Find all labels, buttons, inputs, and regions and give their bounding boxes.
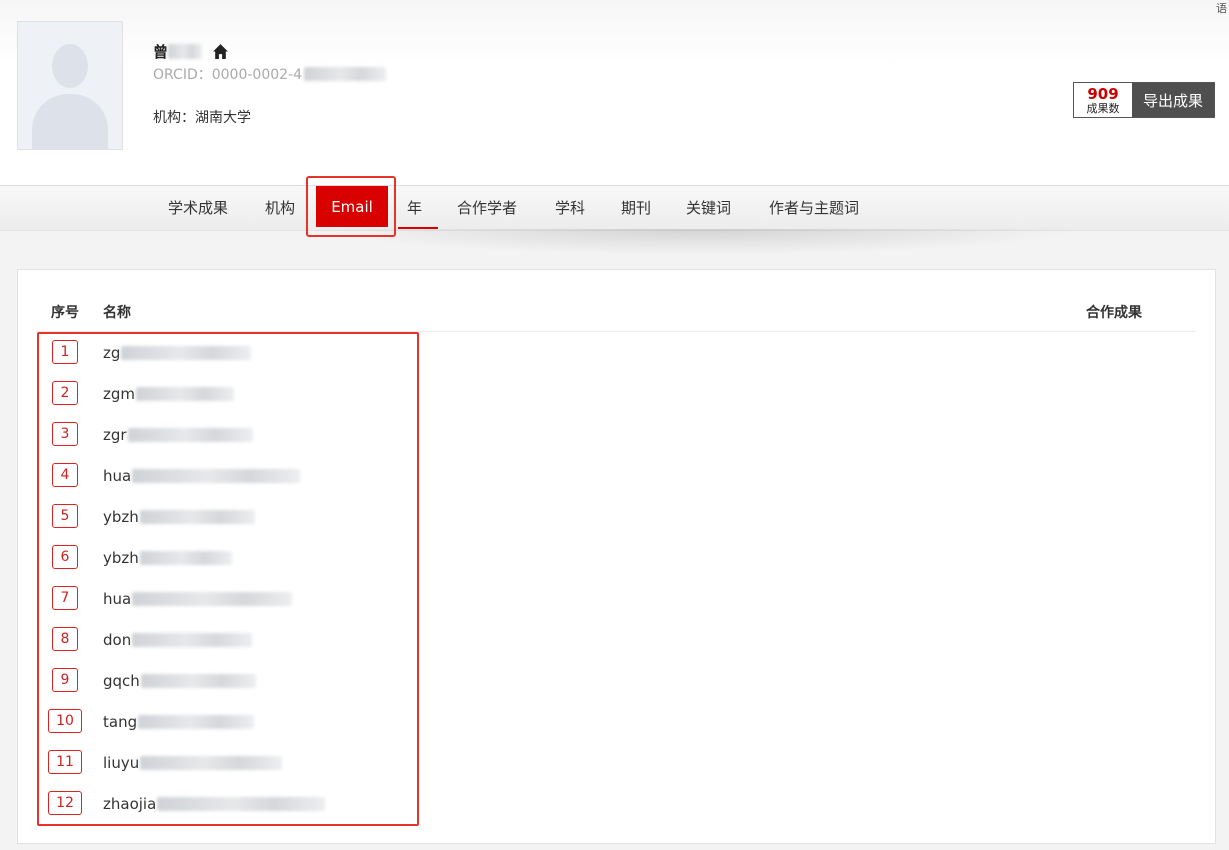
orcid-text: ORCID：0000-0002-4 [153,67,303,83]
tab-year-underline [398,227,438,229]
tab-discipline[interactable]: 学科 [555,186,585,230]
results-count-label: 成果数 [1086,101,1120,115]
institution: 机构：湖南大学 [153,110,251,126]
orcid-line: ORCID：0000-0002-4 [153,64,387,84]
results-count-box: 909 成果数 导出成果 [1073,82,1215,118]
author-name: 曾 [153,42,169,61]
author-name-row: 曾 [153,40,229,62]
tab-author-topics[interactable]: 作者与主题词 [769,186,859,230]
tab-coauthors[interactable]: 合作学者 [457,186,517,230]
highlight-outline-tab [306,176,396,237]
column-header-name: 名称 [103,305,131,321]
results-count: 909 成果数 [1074,83,1132,117]
home-icon[interactable] [212,43,229,60]
avatar [17,21,123,150]
highlight-outline-rows [37,332,419,826]
export-results-button[interactable]: 导出成果 [1132,83,1214,117]
tab-journal[interactable]: 期刊 [621,186,651,230]
column-header-collab: 合作成果 [1086,305,1142,321]
tab-keywords[interactable]: 关键词 [686,186,731,230]
tab-year[interactable]: 年 [407,186,422,230]
profile-header: 语 曾 ORCID：0000-0002-4 机构：湖南大学 909 成果数 导出… [0,0,1229,185]
tab-shadow [320,229,1080,255]
tab-bar: 学术成果 机构 年 合作学者 学科 期刊 关键词 作者与主题词 [0,185,1229,231]
results-count-number: 909 [1087,84,1119,103]
redacted-orcid [304,67,387,81]
redacted-name [168,43,203,59]
tab-institution[interactable]: 机构 [265,186,295,230]
tab-academic-results[interactable]: 学术成果 [168,186,228,230]
language-toggle[interactable]: 语 [1216,0,1227,16]
column-header-index: 序号 [51,305,79,321]
